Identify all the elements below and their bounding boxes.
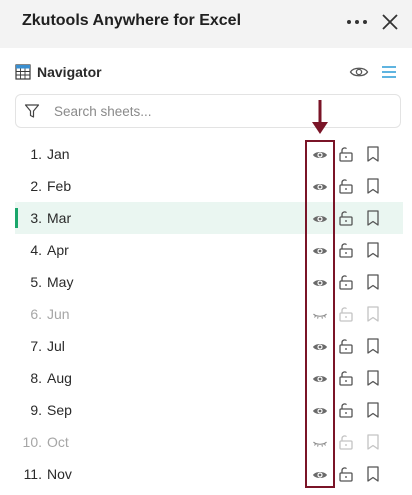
bookmark-icon[interactable] xyxy=(364,369,382,387)
sheet-number: 8. xyxy=(30,370,42,386)
sheet-name: May xyxy=(47,274,74,290)
close-icon[interactable] xyxy=(381,13,399,31)
sheet-number: 5. xyxy=(30,274,42,290)
bookmark-icon[interactable] xyxy=(364,305,382,323)
sheet-number: 11. xyxy=(23,466,42,482)
bookmark-icon[interactable] xyxy=(364,433,382,451)
sheet-row[interactable]: 5. May xyxy=(0,266,412,298)
sheet-name: Feb xyxy=(47,178,72,194)
sheet-row[interactable]: 7. Jul xyxy=(0,330,412,362)
unlock-icon[interactable] xyxy=(337,305,355,323)
navigator-title: Navigator xyxy=(37,64,102,80)
sheet-label: 7. Jul xyxy=(10,338,65,354)
unlock-icon[interactable] xyxy=(337,433,355,451)
eye-icon[interactable] xyxy=(312,211,328,227)
unlock-icon[interactable] xyxy=(337,145,355,163)
bookmark-icon[interactable] xyxy=(364,209,382,227)
sheet-label: 3. Mar xyxy=(10,210,71,226)
unlock-icon[interactable] xyxy=(337,369,355,387)
sheet-label: 6. Jun xyxy=(10,306,70,322)
unlock-icon[interactable] xyxy=(337,273,355,291)
bookmark-icon[interactable] xyxy=(364,145,382,163)
sheet-name: Aug xyxy=(47,370,72,386)
sheet-label: 5. May xyxy=(10,274,73,290)
unlock-icon[interactable] xyxy=(337,401,355,419)
sheet-row[interactable]: 8. Aug xyxy=(0,362,412,394)
sheet-number: 7. xyxy=(30,338,42,354)
sheet-name: Oct xyxy=(47,434,69,450)
app-title: Zkutools Anywhere for Excel xyxy=(22,12,242,29)
sheet-row[interactable]: 1. Jan xyxy=(0,138,412,170)
filter-icon[interactable] xyxy=(24,103,40,119)
unlock-icon[interactable] xyxy=(337,465,355,483)
sheet-label: 11. Nov xyxy=(10,466,72,482)
sheet-label: 1. Jan xyxy=(10,146,70,162)
bookmark-icon[interactable] xyxy=(364,401,382,419)
sheet-row[interactable]: 9. Sep xyxy=(0,394,412,426)
ellipsis-icon[interactable] xyxy=(346,15,368,29)
sheet-number: 9. xyxy=(30,402,42,418)
eye-icon[interactable] xyxy=(312,179,328,195)
eye-icon[interactable] xyxy=(312,243,328,259)
search-box xyxy=(15,94,401,128)
eye-icon[interactable] xyxy=(312,403,328,419)
sheet-row[interactable]: 3. Mar xyxy=(15,202,403,234)
sheet-name: Jun xyxy=(47,306,70,322)
eye-icon[interactable] xyxy=(349,64,369,80)
eye-icon[interactable] xyxy=(312,275,328,291)
sheet-name: Jan xyxy=(47,146,70,162)
sheet-name: Mar xyxy=(47,210,72,226)
annotation-arrow-icon xyxy=(312,100,328,134)
grid-sheet-icon xyxy=(15,64,31,80)
eye-closed-icon[interactable] xyxy=(312,435,328,451)
sheet-row[interactable]: 2. Feb xyxy=(0,170,412,202)
bookmark-icon[interactable] xyxy=(364,177,382,195)
sheet-row[interactable]: 11. Nov xyxy=(0,458,412,490)
title-bar: Zkutools Anywhere for Excel xyxy=(0,0,412,48)
sheet-number: 10. xyxy=(22,434,42,450)
bookmark-icon[interactable] xyxy=(364,337,382,355)
sheet-number: 2. xyxy=(30,178,42,194)
eye-icon[interactable] xyxy=(312,147,328,163)
sheet-name: Nov xyxy=(47,466,72,482)
sheet-row[interactable]: 4. Apr xyxy=(0,234,412,266)
sheet-label: 9. Sep xyxy=(10,402,72,418)
search-input[interactable] xyxy=(54,101,384,121)
eye-icon[interactable] xyxy=(312,467,328,483)
unlock-icon[interactable] xyxy=(337,241,355,259)
sheet-label: 10. Oct xyxy=(10,434,69,450)
sheet-label: 2. Feb xyxy=(10,178,71,194)
sheet-label: 8. Aug xyxy=(10,370,72,386)
bookmark-icon[interactable] xyxy=(364,465,382,483)
eye-icon[interactable] xyxy=(312,339,328,355)
sheet-number: 4. xyxy=(30,242,42,258)
eye-icon[interactable] xyxy=(312,371,328,387)
eye-closed-icon[interactable] xyxy=(312,307,328,323)
sheet-label: 4. Apr xyxy=(10,242,69,258)
bookmark-icon[interactable] xyxy=(364,273,382,291)
sheet-name: Jul xyxy=(47,338,65,354)
sheet-row[interactable]: 10. Oct xyxy=(0,426,412,458)
sheet-row[interactable]: 6. Jun xyxy=(0,298,412,330)
sheet-name: Apr xyxy=(47,242,69,258)
sheet-number: 6. xyxy=(30,306,42,322)
sheet-number: 1. xyxy=(30,146,42,162)
sheet-name: Sep xyxy=(47,402,72,418)
unlock-icon[interactable] xyxy=(337,337,355,355)
unlock-icon[interactable] xyxy=(337,177,355,195)
sheet-number: 3. xyxy=(30,210,42,226)
unlock-icon[interactable] xyxy=(337,209,355,227)
navigator-header: Navigator xyxy=(0,60,412,86)
menu-icon[interactable] xyxy=(380,65,398,79)
bookmark-icon[interactable] xyxy=(364,241,382,259)
